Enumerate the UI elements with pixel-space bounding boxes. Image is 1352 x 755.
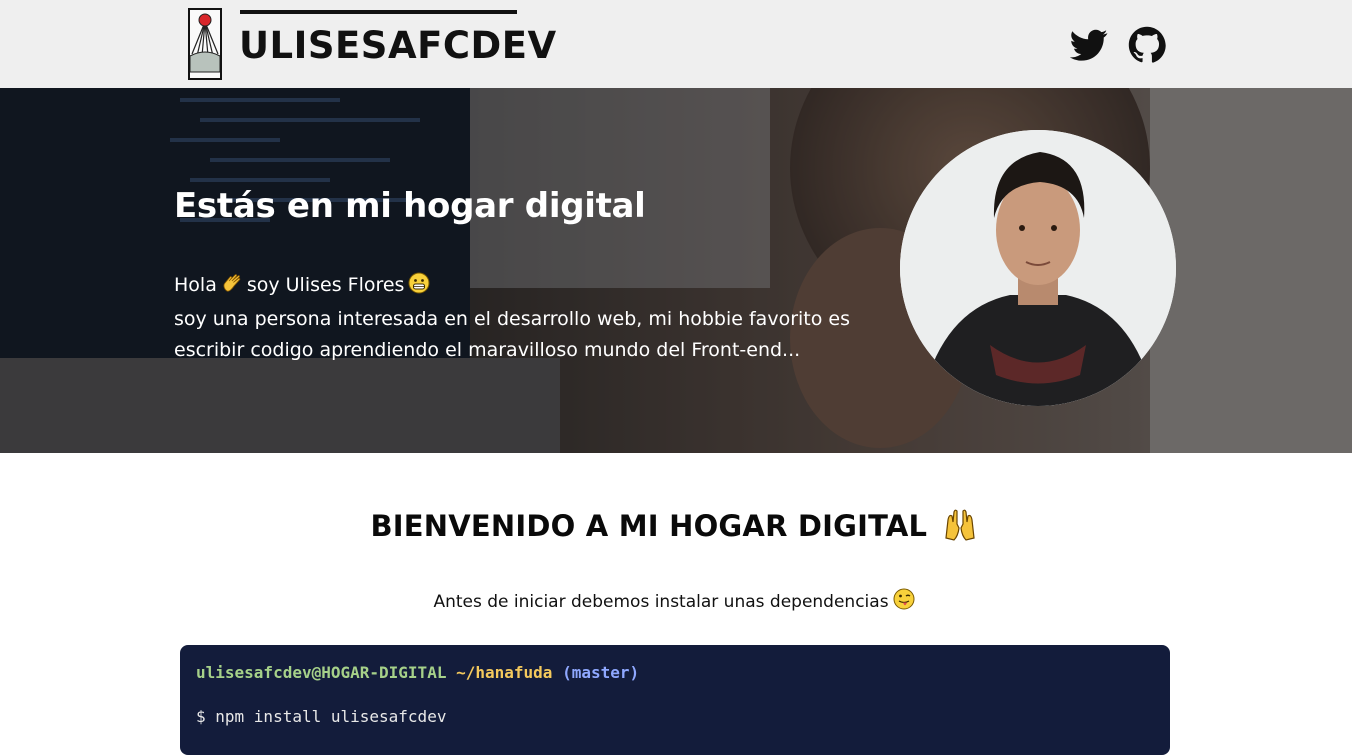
hero-line-3: escribir codigo aprendiendo el maravillo…: [174, 339, 801, 361]
terminal-branch: (master): [562, 663, 640, 682]
site-header: ULISESAFCDEV: [0, 0, 1352, 88]
terminal-command[interactable]: $ npm install ulisesafcdev: [196, 707, 446, 726]
brand-name[interactable]: ULISESAFCDEV: [239, 24, 557, 68]
welcome-subtitle: Antes de iniciar debemos instalar unas d…: [0, 588, 1352, 615]
raising-hands-icon: [942, 508, 978, 549]
hero-section: Estás en mi hogar digital Hola soy Ulises…: [0, 88, 1352, 453]
logo-icon[interactable]: [188, 8, 222, 80]
terminal-prompt: ulisesafcdev@HOGAR-DIGITAL ~/hanafuda (m…: [196, 663, 639, 682]
hero-intro: Hola soy Ulises Flores soy una persona in…: [174, 270, 874, 366]
terminal-user-host: ulisesafcdev@HOGAR-DIGITAL: [196, 663, 447, 682]
terminal-block: ulisesafcdev@HOGAR-DIGITAL ~/hanafuda (m…: [180, 645, 1170, 755]
twitter-icon: [1070, 29, 1108, 61]
twitter-link[interactable]: [1070, 26, 1108, 64]
github-link[interactable]: [1128, 26, 1166, 64]
welcome-title-text: BIENVENIDO A MI HOGAR DIGITAL: [370, 509, 928, 543]
hero-title: Estás en mi hogar digital: [174, 186, 646, 226]
hero-greeting-line: Hola soy Ulises Flores: [174, 270, 874, 304]
hero-greeting-middle: soy Ulises Flores: [246, 274, 405, 296]
welcome-subtitle-text: Antes de iniciar debemos instalar unas d…: [433, 592, 889, 612]
winking-tongue-icon: [893, 588, 915, 615]
brand-underline: [240, 10, 517, 14]
terminal-path: ~/hanafuda: [456, 663, 553, 682]
welcome-title: BIENVENIDO A MI HOGAR DIGITAL: [0, 508, 1352, 549]
hero-line-2: soy una persona interesada en el desarro…: [174, 308, 850, 330]
hero-greeting-start: Hola: [174, 274, 217, 296]
github-icon: [1128, 26, 1166, 63]
grinning-face-icon: [408, 272, 430, 304]
waving-hand-icon: [221, 272, 243, 304]
avatar: [900, 130, 1176, 406]
